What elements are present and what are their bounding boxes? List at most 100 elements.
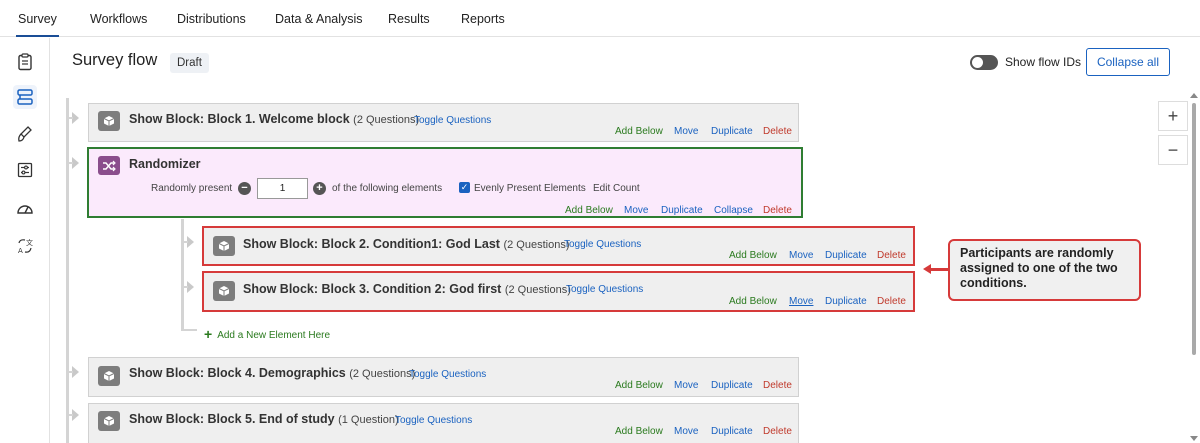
- flow-block-2: Show Block: Block 2. Condition1: God Las…: [202, 226, 915, 266]
- block-title: Show Block: Block 2. Condition1: God Las…: [243, 237, 570, 251]
- top-nav: Survey Workflows Distributions Data & An…: [0, 0, 1200, 37]
- flow-connector: [68, 117, 73, 119]
- zoom-in-icon[interactable]: +: [1158, 101, 1188, 131]
- show-flow-ids-toggle[interactable]: [970, 55, 998, 70]
- duplicate-button[interactable]: Duplicate: [661, 205, 703, 216]
- edit-count-link[interactable]: Edit Count: [593, 183, 640, 194]
- page-title: Survey flow: [72, 51, 158, 69]
- status-badge: Draft: [170, 53, 209, 73]
- duplicate-button[interactable]: Duplicate: [825, 296, 867, 307]
- block-icon: [98, 111, 120, 131]
- survey-options-icon[interactable]: [13, 158, 37, 182]
- tab-survey[interactable]: Survey: [16, 0, 59, 37]
- translate-icon[interactable]: A文: [13, 234, 37, 258]
- duplicate-button[interactable]: Duplicate: [711, 426, 753, 437]
- svg-text:A: A: [18, 247, 23, 255]
- vertical-scrollbar[interactable]: [1192, 103, 1196, 355]
- duplicate-button[interactable]: Duplicate: [825, 250, 867, 261]
- block-icon: [213, 236, 235, 256]
- flow-block-4: Show Block: Block 4. Demographics (2 Que…: [88, 357, 799, 397]
- add-below-button[interactable]: Add Below: [565, 205, 613, 216]
- delete-button[interactable]: Delete: [877, 250, 906, 261]
- add-below-button[interactable]: Add Below: [615, 426, 663, 437]
- question-count: (2 Questions): [503, 239, 570, 251]
- toggle-questions-link[interactable]: Toggle Questions: [395, 415, 472, 426]
- flow-connector: [68, 414, 73, 416]
- duplicate-button[interactable]: Duplicate: [711, 380, 753, 391]
- increment-icon[interactable]: +: [313, 182, 326, 195]
- evenly-present-label: Evenly Present Elements: [474, 183, 586, 194]
- decrement-icon[interactable]: −: [238, 182, 251, 195]
- block-icon: [98, 411, 120, 431]
- tab-results[interactable]: Results: [386, 0, 432, 37]
- collapse-all-button[interactable]: Collapse all: [1086, 48, 1170, 76]
- block-title: Show Block: Block 3. Condition 2: God fi…: [243, 282, 571, 296]
- delete-button[interactable]: Delete: [763, 205, 792, 216]
- add-below-button[interactable]: Add Below: [615, 380, 663, 391]
- collapse-button[interactable]: Collapse: [714, 205, 753, 216]
- flow-connector: [183, 286, 188, 288]
- block-icon: [98, 366, 120, 386]
- zoom-out-icon[interactable]: −: [1158, 135, 1188, 165]
- flow-arrow-icon: [72, 112, 79, 124]
- add-below-button[interactable]: Add Below: [729, 250, 777, 261]
- look-and-feel-icon[interactable]: [13, 122, 37, 146]
- annotation-callout: Participants are randomly assigned to on…: [948, 239, 1141, 301]
- move-button[interactable]: Move: [789, 296, 813, 307]
- block-title: Show Block: Block 1. Welcome block (2 Qu…: [129, 112, 420, 126]
- toggle-questions-link[interactable]: Toggle Questions: [564, 239, 641, 250]
- flow-arrow-icon: [72, 366, 79, 378]
- move-button[interactable]: Move: [674, 380, 698, 391]
- question-count: (2 Questions): [349, 368, 416, 380]
- tab-workflows[interactable]: Workflows: [88, 0, 149, 37]
- block-title: Show Block: Block 4. Demographics (2 Que…: [129, 366, 416, 380]
- delete-button[interactable]: Delete: [763, 126, 792, 137]
- flow-connector: [66, 98, 69, 443]
- randomizer-element: Randomizer Randomly present − 1 + of the…: [87, 147, 803, 218]
- left-rail: A文: [0, 38, 50, 443]
- move-button[interactable]: Move: [674, 426, 698, 437]
- following-elements-label: of the following elements: [332, 183, 443, 194]
- toggle-questions-link[interactable]: Toggle Questions: [409, 369, 486, 380]
- add-new-element-link[interactable]: + Add a New Element Here: [204, 326, 330, 342]
- question-count: (1 Question): [338, 414, 399, 426]
- block-title: Show Block: Block 5. End of study (1 Que…: [129, 412, 399, 426]
- add-below-button[interactable]: Add Below: [729, 296, 777, 307]
- dashboard-icon[interactable]: [13, 196, 37, 220]
- tab-distributions[interactable]: Distributions: [175, 0, 248, 37]
- flow-connector: [183, 241, 188, 243]
- present-count-input[interactable]: 1: [257, 178, 308, 199]
- flow-block-3: Show Block: Block 3. Condition 2: God fi…: [202, 271, 915, 312]
- tab-data-analysis[interactable]: Data & Analysis: [273, 0, 365, 37]
- flow-connector: [183, 329, 197, 331]
- flow-block-5: Show Block: Block 5. End of study (1 Que…: [88, 403, 799, 443]
- flow-connector: [68, 371, 73, 373]
- delete-button[interactable]: Delete: [763, 426, 792, 437]
- callout-arrow-line: [930, 268, 948, 271]
- survey-flow-icon[interactable]: [13, 85, 37, 109]
- duplicate-button[interactable]: Duplicate: [711, 126, 753, 137]
- flow-connector: [68, 162, 73, 164]
- question-count: (2 Questions): [504, 284, 571, 296]
- move-button[interactable]: Move: [624, 205, 648, 216]
- add-below-button[interactable]: Add Below: [615, 126, 663, 137]
- delete-button[interactable]: Delete: [763, 380, 792, 391]
- scroll-up-icon[interactable]: [1190, 93, 1198, 98]
- move-button[interactable]: Move: [789, 250, 813, 261]
- scroll-down-icon[interactable]: [1190, 436, 1198, 441]
- flow-arrow-icon: [72, 409, 79, 421]
- survey-questions-icon[interactable]: [13, 50, 37, 74]
- flow-block-1: Show Block: Block 1. Welcome block (2 Qu…: [88, 103, 799, 142]
- randomly-present-label: Randomly present: [151, 183, 233, 194]
- flow-connector: [181, 219, 184, 331]
- show-flow-ids-label: Show flow IDs: [1005, 55, 1082, 69]
- evenly-present-checkbox[interactable]: ✓: [459, 182, 470, 193]
- flow-arrow-icon: [72, 157, 79, 169]
- flow-arrow-icon: [187, 236, 194, 248]
- delete-button[interactable]: Delete: [877, 296, 906, 307]
- tab-reports[interactable]: Reports: [459, 0, 507, 37]
- toggle-questions-link[interactable]: Toggle Questions: [566, 284, 643, 295]
- move-button[interactable]: Move: [674, 126, 698, 137]
- flow-arrow-icon: [187, 281, 194, 293]
- toggle-questions-link[interactable]: Toggle Questions: [414, 115, 491, 126]
